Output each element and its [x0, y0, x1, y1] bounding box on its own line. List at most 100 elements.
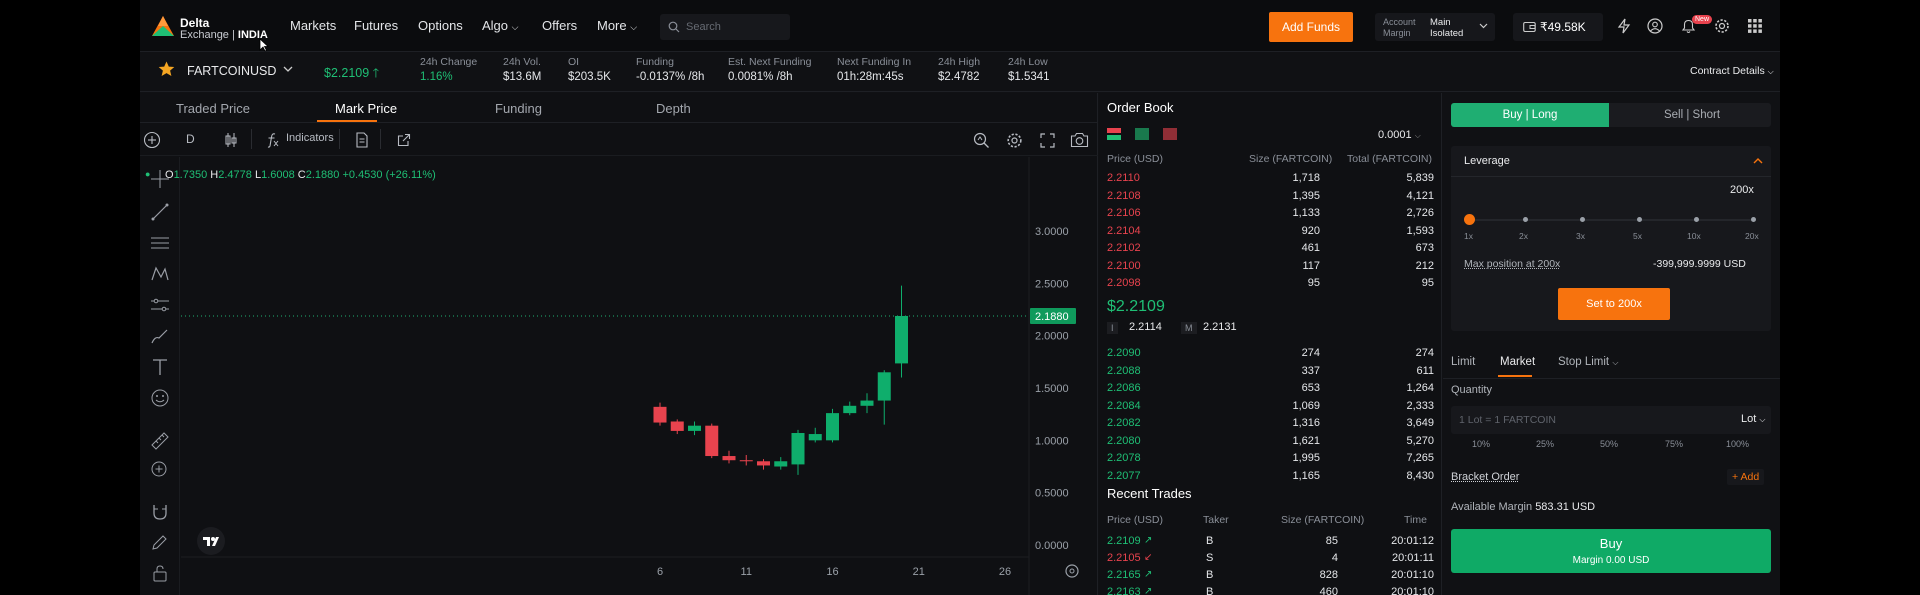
interval-selector[interactable]: D — [186, 132, 195, 146]
search-input[interactable] — [686, 19, 782, 35]
book-view-bids-icon[interactable] — [1135, 128, 1149, 140]
contract-details-link[interactable]: Contract Details ⌵ — [1690, 65, 1774, 77]
row-size: 1,621 — [1292, 434, 1320, 447]
book-view-asks-icon[interactable] — [1163, 128, 1177, 140]
add-bracket-button[interactable]: + Add — [1727, 469, 1765, 485]
trend-line-icon[interactable] — [150, 202, 170, 222]
leverage-value[interactable]: 200x — [1730, 184, 1754, 196]
leverage-mark[interactable]: 5x — [1633, 231, 1642, 241]
ask-row[interactable]: 2.2106 1,133 2,726 — [1099, 205, 1442, 222]
wallet-balance[interactable]: ₹49.58K — [1513, 13, 1603, 41]
row-price: 2.2082 — [1107, 417, 1141, 429]
pattern-icon[interactable] — [150, 264, 170, 284]
percent-100[interactable]: 100% — [1726, 439, 1749, 449]
nav-futures[interactable]: Futures — [354, 18, 398, 33]
template-icon[interactable] — [355, 132, 369, 148]
bid-row[interactable]: 2.2084 1,069 2,333 — [1099, 398, 1442, 415]
buy-button[interactable]: Buy Margin 0.00 USD — [1451, 529, 1771, 573]
fullscreen-icon[interactable] — [1040, 133, 1055, 148]
order-type-limit[interactable]: Limit — [1451, 356, 1475, 368]
search-box[interactable] — [660, 14, 790, 40]
active-tab-indicator — [317, 120, 377, 122]
toolbar-divider — [339, 129, 340, 149]
lock-drawing-pencil-icon[interactable] — [150, 532, 170, 552]
sell-short-tab[interactable]: Sell | Short — [1613, 103, 1771, 127]
nav-more[interactable]: More ⌵ — [597, 18, 637, 33]
chart-settings-gear-icon[interactable] — [1006, 132, 1023, 149]
ask-row[interactable]: 2.2110 1,718 5,839 — [1099, 170, 1442, 187]
apps-grid-icon[interactable] — [1748, 19, 1762, 33]
bid-row[interactable]: 2.2090 274 274 — [1099, 345, 1442, 362]
external-link-icon[interactable] — [397, 133, 411, 147]
book-view-both-icon[interactable] — [1107, 128, 1121, 140]
nav-options[interactable]: Options — [418, 18, 463, 33]
quantity-box[interactable]: Lot ⌵ — [1451, 406, 1771, 434]
lock-icon[interactable] — [150, 563, 170, 583]
forecast-icon[interactable] — [150, 295, 170, 315]
bid-row[interactable]: 2.2078 1,995 7,265 — [1099, 450, 1442, 467]
chevron-up-icon[interactable] — [1753, 157, 1763, 164]
order-type-market[interactable]: Market — [1500, 356, 1535, 368]
x-tick-label: 6 — [657, 566, 663, 578]
tab-traded-price[interactable]: Traded Price — [176, 101, 250, 116]
tab-funding[interactable]: Funding — [495, 101, 542, 116]
order-type-stop-limit[interactable]: Stop Limit ⌵ — [1558, 356, 1618, 368]
percent-75[interactable]: 75% — [1665, 439, 1683, 449]
candles-icon[interactable] — [224, 132, 238, 148]
ask-row[interactable]: 2.2098 95 95 — [1099, 275, 1442, 292]
tab-mark-price[interactable]: Mark Price — [335, 101, 397, 116]
ruler-icon[interactable] — [150, 431, 170, 451]
quantity-input[interactable] — [1459, 412, 1659, 428]
bid-row[interactable]: 2.2077 1,165 8,430 — [1099, 468, 1442, 485]
profile-icon[interactable] — [1647, 18, 1663, 34]
leverage-mark[interactable]: 2x — [1519, 231, 1528, 241]
replay-search-icon[interactable] — [973, 132, 990, 149]
bid-row[interactable]: 2.2080 1,621 5,270 — [1099, 433, 1442, 450]
bid-row[interactable]: 2.2088 337 611 — [1099, 363, 1442, 380]
bid-row[interactable]: 2.2086 653 1,264 — [1099, 380, 1442, 397]
star-favorite-icon[interactable] — [158, 61, 175, 77]
add-funds-button[interactable]: Add Funds — [1269, 12, 1353, 42]
ask-row[interactable]: 2.2104 920 1,593 — [1099, 223, 1442, 240]
zoom-in-icon[interactable] — [150, 460, 170, 480]
leverage-mark[interactable]: 1x — [1464, 231, 1473, 241]
chevron-down-icon: ⌵ — [1767, 67, 1774, 76]
tradingview-logo-icon[interactable] — [196, 526, 226, 556]
lightning-icon[interactable] — [1617, 18, 1631, 34]
indicators-button[interactable]: Indicators — [286, 132, 334, 144]
add-symbol-icon[interactable] — [143, 131, 161, 149]
tab-depth[interactable]: Depth — [656, 101, 691, 116]
nav-algo[interactable]: Algo ⌵ — [482, 18, 518, 33]
tick-size-selector[interactable]: 0.0001 ⌵ — [1378, 129, 1421, 141]
brush-icon[interactable] — [150, 326, 170, 346]
leverage-mark[interactable]: 20x — [1745, 231, 1759, 241]
percent-25[interactable]: 25% — [1536, 439, 1554, 449]
symbol-name[interactable]: FARTCOINUSD — [187, 64, 276, 78]
bid-row[interactable]: 2.2082 1,316 3,649 — [1099, 415, 1442, 432]
nav-markets[interactable]: Markets — [290, 18, 336, 33]
percent-10[interactable]: 10% — [1472, 439, 1490, 449]
text-tool-icon[interactable] — [150, 357, 170, 377]
chevron-down-icon[interactable] — [283, 66, 293, 73]
ask-row[interactable]: 2.2102 461 673 — [1099, 240, 1442, 257]
emoji-icon[interactable] — [150, 388, 170, 408]
ask-row[interactable]: 2.2100 117 212 — [1099, 258, 1442, 275]
leverage-slider-handle[interactable] — [1464, 214, 1475, 225]
fib-lines-icon[interactable] — [150, 233, 170, 253]
leverage-mark[interactable]: 3x — [1576, 231, 1585, 241]
nav-offers[interactable]: Offers — [542, 18, 577, 33]
arrow-up-right-icon: ↗ — [1144, 569, 1153, 580]
magnet-icon[interactable] — [150, 502, 170, 522]
buy-long-tab[interactable]: Buy | Long — [1451, 103, 1609, 127]
unit-selector[interactable]: Lot ⌵ — [1741, 413, 1765, 425]
leverage-slider-track[interactable] — [1469, 219, 1755, 221]
ask-row[interactable]: 2.2108 1,395 4,121 — [1099, 188, 1442, 205]
account-margin-selector[interactable]: Account Margin Main Isolated — [1375, 13, 1495, 41]
set-leverage-button[interactable]: Set to 200x — [1558, 288, 1670, 320]
brand-logo[interactable]: Delta Exchange | INDIA — [150, 12, 280, 41]
percent-50[interactable]: 50% — [1600, 439, 1618, 449]
gear-icon[interactable] — [1714, 18, 1730, 34]
camera-snapshot-icon[interactable] — [1070, 132, 1089, 148]
price-chart[interactable]: 3.0000 2.5000 2.0000 1.5000 1.0000 0.5000 0.00… — [181, 157, 1098, 595]
leverage-mark[interactable]: 10x — [1687, 231, 1701, 241]
